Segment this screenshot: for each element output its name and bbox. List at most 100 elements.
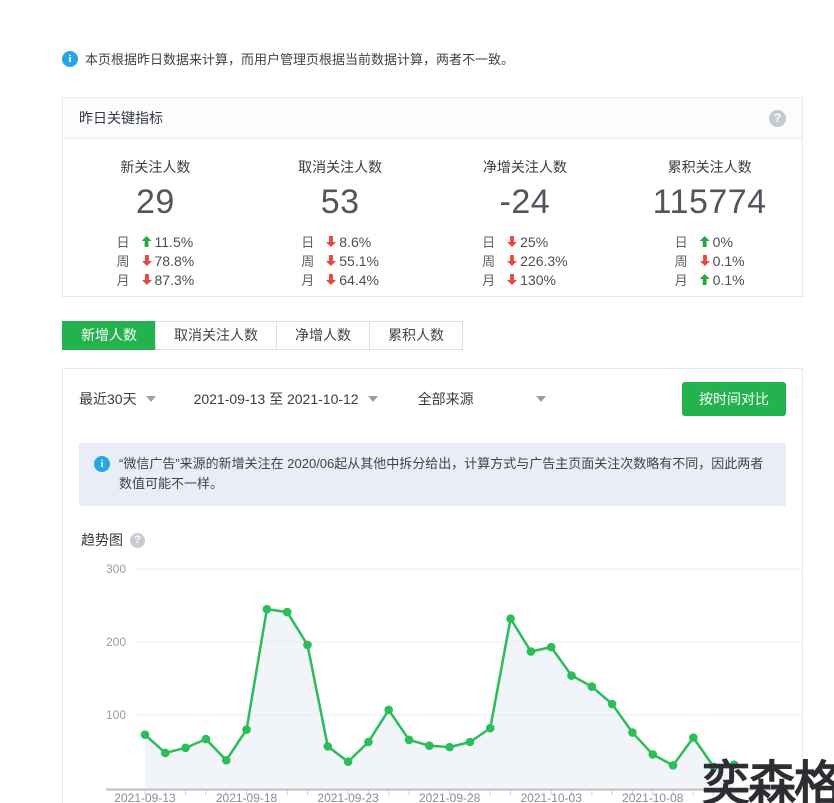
stat-value: 226.3% — [520, 253, 567, 269]
chevron-down-icon — [536, 396, 546, 402]
metric-tabs: 新增人数 取消关注人数 净增人数 累积人数 — [62, 321, 463, 350]
stat-period: 月 — [675, 270, 700, 289]
metric-label: 累积关注人数 — [617, 157, 802, 177]
metric-stats: 日 25% 周 226.3% 月 130% — [482, 232, 567, 289]
stat-value: 55.1% — [339, 253, 379, 269]
metric-stats: 日 0% 周 0.1% 月 0.1% — [675, 232, 745, 289]
analytics-page: i 本页根据昨日数据来计算，而用户管理页根据当前数据计算，两者不一致。 昨日关键… — [0, 0, 834, 803]
trend-arrow-icon — [142, 274, 152, 285]
metric-label: 新关注人数 — [63, 157, 248, 177]
metrics-row: 新关注人数 29 日 11.5% 周 78.8% 月 — [63, 139, 802, 290]
trend-arrow-icon — [142, 236, 152, 247]
stat-day: 日 8.6% — [301, 232, 379, 251]
range-dropdown-label: 最近30天 — [79, 389, 137, 409]
metric-unfollowers: 取消关注人数 53 日 8.6% 周 55.1% 月 — [248, 157, 433, 290]
stat-period: 月 — [117, 270, 142, 289]
stat-period: 月 — [301, 270, 326, 289]
stat-period: 日 — [482, 232, 507, 251]
metric-total-followers: 累积关注人数 115774 日 0% 周 0.1% 月 — [617, 157, 802, 290]
stat-month: 月 64.4% — [301, 270, 379, 289]
metric-value: 115774 — [617, 183, 802, 222]
metric-stats: 日 11.5% 周 78.8% 月 87.3% — [117, 232, 195, 289]
metric-net-followers: 净增关注人数 -24 日 25% 周 226.3% 月 — [433, 157, 618, 290]
compare-by-time-button[interactable]: 按时间对比 — [682, 382, 786, 416]
filter-row: 最近30天 2021-09-13 至 2021-10-12 全部来源 按时间对比 — [63, 369, 802, 428]
chevron-down-icon — [146, 396, 156, 402]
tab-net-followers[interactable]: 净增人数 — [276, 321, 370, 350]
chart-canvas: 100 200 300 2021-09-13 2021-09-18 2021-09-23 2… — [64, 541, 803, 803]
trend-arrow-icon — [326, 274, 336, 285]
metric-value: -24 — [433, 183, 618, 222]
stat-period: 月 — [482, 270, 507, 289]
stat-month: 月 87.3% — [117, 270, 195, 289]
stat-value: 0.1% — [713, 253, 745, 269]
watermark: 奕森格 — [702, 744, 834, 803]
tab-total-followers[interactable]: 累积人数 — [369, 321, 463, 350]
tab-new-followers[interactable]: 新增人数 — [62, 321, 156, 350]
stat-value: 8.6% — [339, 234, 371, 250]
svg-text:200: 200 — [106, 635, 126, 649]
metric-value: 29 — [63, 183, 248, 222]
stat-value: 25% — [520, 234, 548, 250]
svg-text:100: 100 — [106, 708, 126, 722]
svg-text:2021-09-18: 2021-09-18 — [216, 791, 278, 803]
stat-day: 日 11.5% — [117, 232, 195, 251]
tab-unfollowers[interactable]: 取消关注人数 — [155, 321, 277, 350]
stat-day: 日 25% — [482, 232, 567, 251]
trend-arrow-icon — [507, 274, 517, 285]
date-range-label: 2021-09-13 至 2021-10-12 — [194, 389, 359, 409]
trend-arrow-icon — [142, 255, 152, 266]
svg-text:2021-09-28: 2021-09-28 — [419, 791, 481, 803]
stat-month: 月 130% — [482, 270, 567, 289]
metrics-card-header: 昨日关键指标 ? — [63, 98, 802, 139]
trend-arrow-icon — [700, 255, 710, 266]
stat-period: 周 — [675, 251, 700, 270]
metric-new-followers: 新关注人数 29 日 11.5% 周 78.8% 月 — [63, 157, 248, 290]
info-icon: i — [94, 456, 110, 472]
stat-day: 日 0% — [675, 232, 745, 251]
range-dropdown[interactable]: 最近30天 — [79, 389, 156, 409]
stat-value: 64.4% — [339, 272, 379, 288]
stat-period: 周 — [482, 251, 507, 270]
stat-value: 78.8% — [155, 253, 195, 269]
stat-value: 0% — [713, 234, 733, 250]
source-dropdown-label: 全部来源 — [418, 389, 474, 409]
ad-source-notice: i “微信广告”来源的新增关注在 2020/06起从其他中拆分给出，计算方式与广… — [79, 443, 786, 506]
stat-week: 周 55.1% — [301, 251, 379, 270]
metric-stats: 日 8.6% 周 55.1% 月 64.4% — [301, 232, 379, 289]
svg-text:300: 300 — [106, 562, 126, 576]
stat-period: 周 — [117, 251, 142, 270]
trend-panel: 最近30天 2021-09-13 至 2021-10-12 全部来源 按时间对比… — [62, 368, 803, 803]
trend-arrow-icon — [507, 236, 517, 247]
stat-period: 周 — [301, 251, 326, 270]
page-note: i 本页根据昨日数据来计算，而用户管理页根据当前数据计算，两者不一致。 — [62, 49, 514, 68]
trend-arrow-icon — [700, 274, 710, 285]
help-icon[interactable]: ? — [769, 110, 786, 127]
svg-text:2021-09-13: 2021-09-13 — [114, 791, 176, 803]
stat-value: 11.5% — [155, 234, 194, 250]
metric-label: 取消关注人数 — [248, 157, 433, 177]
trend-arrow-icon — [700, 236, 710, 247]
stat-month: 月 0.1% — [675, 270, 745, 289]
metric-label: 净增关注人数 — [433, 157, 618, 177]
trend-line-chart: 100 200 300 2021-09-13 2021-09-18 2021-09-23 2… — [64, 541, 803, 803]
info-icon: i — [62, 51, 78, 67]
notice-text: “微信广告”来源的新增关注在 2020/06起从其他中拆分给出，计算方式与广告主… — [119, 456, 763, 491]
date-range-picker[interactable]: 2021-09-13 至 2021-10-12 — [194, 389, 378, 409]
stat-value: 130% — [520, 272, 556, 288]
metric-value: 53 — [248, 183, 433, 222]
trend-arrow-icon — [326, 236, 336, 247]
svg-text:2021-10-08: 2021-10-08 — [622, 791, 684, 803]
stat-value: 0.1% — [713, 272, 745, 288]
chevron-down-icon — [368, 396, 378, 402]
yesterday-metrics-card: 昨日关键指标 ? 新关注人数 29 日 11.5% 周 78.8% — [62, 97, 803, 297]
source-dropdown[interactable]: 全部来源 — [418, 389, 546, 409]
svg-text:2021-09-23: 2021-09-23 — [317, 791, 379, 803]
stat-period: 日 — [675, 232, 700, 251]
metrics-card-title: 昨日关键指标 — [79, 108, 163, 128]
stat-week: 周 226.3% — [482, 251, 567, 270]
trend-arrow-icon — [326, 255, 336, 266]
svg-text:2021-10-03: 2021-10-03 — [521, 791, 583, 803]
page-note-text: 本页根据昨日数据来计算，而用户管理页根据当前数据计算，两者不一致。 — [85, 49, 514, 68]
trend-arrow-icon — [507, 255, 517, 266]
